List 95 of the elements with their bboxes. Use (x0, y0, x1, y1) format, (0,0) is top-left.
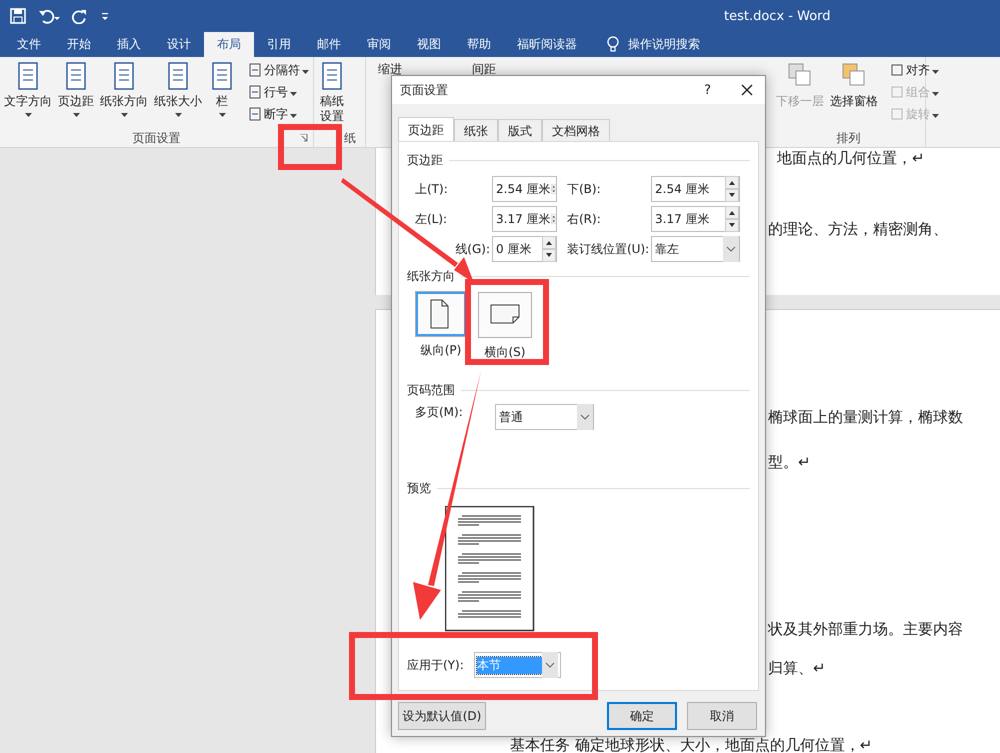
help-button[interactable]: ? (704, 82, 711, 98)
ribbon-button[interactable]: 断字 (248, 105, 309, 123)
caret-icon (290, 92, 297, 96)
field-label: 右(R): (567, 210, 602, 228)
caret-icon (218, 113, 226, 117)
cancel-button[interactable]: 取消 (687, 702, 757, 730)
section-heading: 预览 (407, 480, 431, 496)
section-heading: 页边距 (407, 152, 443, 168)
save-icon (10, 8, 26, 24)
spin-field[interactable]: 3.17 厘米 (492, 206, 557, 232)
orientation-button[interactable] (478, 292, 532, 338)
document-text: 型。↵ (768, 452, 811, 472)
dialog-tab[interactable]: 文档网格 (542, 119, 610, 141)
ribbon-tab[interactable]: 布局 (204, 32, 254, 57)
ribbon-tab[interactable]: 设计 (154, 32, 204, 57)
field-label: 多页(M): (415, 404, 463, 421)
close-icon (741, 84, 753, 96)
spinner-arrows-icon (725, 176, 739, 202)
ribbon-tab[interactable]: 审阅 (354, 32, 404, 57)
field-label: 应用于(Y): (407, 656, 464, 674)
ribbon-button[interactable]: 文字方向 (2, 61, 54, 129)
spacing-label: 间距 (472, 61, 496, 77)
ribbon-button[interactable]: 选择窗格 (828, 61, 880, 129)
ribbon-button[interactable]: 分隔符 (248, 61, 309, 79)
document-text: 的理论、方法，精密测角、 (768, 219, 948, 239)
lightbulb-icon (606, 36, 620, 54)
ribbon-tab[interactable]: 邮件 (304, 32, 354, 57)
dialog-tab[interactable]: 页边距 (398, 117, 454, 141)
ribbon-button[interactable]: 纸张方向 (98, 61, 150, 129)
spin-field[interactable]: 3.17 厘米 (651, 206, 740, 232)
ribbon-button[interactable]: 行号 (248, 83, 309, 101)
ribbon-tab[interactable]: 插入 (104, 32, 154, 57)
ribbon-tab[interactable]: 福昕阅读器 (504, 32, 590, 57)
spin-field[interactable]: 2.54 厘米 (492, 176, 557, 202)
ribbon-button[interactable]: 对齐 (890, 61, 939, 79)
spinner-arrows-icon (542, 236, 556, 262)
ribbon-button[interactable]: 纸张大小 (152, 61, 204, 129)
ribbon-button[interactable]: 栏 (206, 61, 238, 129)
spin-field[interactable]: 0 厘米 (492, 236, 557, 262)
spinner-arrows-icon (725, 206, 739, 232)
document-text: 基本任务 确定地球形状、大小，地面点的几何位置，↵ (510, 737, 872, 753)
chevron-down-icon (723, 236, 739, 262)
ribbon-tab[interactable]: 开始 (54, 32, 104, 57)
section-heading: 页码范围 (407, 382, 455, 398)
caret-icon (290, 114, 297, 118)
indent-label: 缩进 (378, 61, 402, 77)
field-label: 下(B): (567, 180, 602, 198)
ribbon-tab[interactable]: 视图 (404, 32, 454, 57)
ribbon-button[interactable]: 稿纸设置 (316, 61, 348, 129)
field-label: 上(T): (415, 180, 449, 198)
redo-icon (72, 8, 88, 24)
tell-me-search[interactable]: 操作说明搜索 (628, 36, 700, 53)
ribbon-button[interactable]: 页边距 (56, 61, 96, 129)
group-label: 纸 (344, 130, 356, 146)
ribbon-tab[interactable]: 文件 (4, 32, 54, 57)
dropdown-field[interactable]: 靠左 (651, 236, 740, 262)
document-text: 地面点的几何位置，↵ (777, 148, 925, 168)
set-default-button[interactable]: 设为默认值(D) (398, 702, 486, 730)
field-label: 线(G): (455, 240, 491, 258)
orientation-label: 纵向(P) (420, 342, 462, 359)
caret-icon (174, 113, 182, 117)
caret-icon (932, 92, 939, 96)
caret-icon (932, 70, 939, 74)
undo-icon (38, 8, 60, 24)
document-text: 状及其外部重力场。主要内容 (768, 619, 963, 639)
caret-icon (120, 113, 128, 117)
caret-icon (72, 113, 80, 117)
section-heading: 纸张方向 (407, 268, 455, 284)
spin-field[interactable]: 2.54 厘米 (651, 176, 740, 202)
dialog-tab[interactable]: 版式 (498, 119, 542, 141)
chevron-down-icon (542, 652, 558, 678)
page-icon (248, 107, 262, 121)
dialog-tab[interactable]: 纸张 (454, 119, 498, 141)
field-label: 装订线位置(U): (567, 240, 650, 258)
group-label: 页面设置 (132, 130, 180, 146)
caret-icon (24, 113, 32, 117)
ribbon-tab[interactable]: 帮助 (454, 32, 504, 57)
window-title: test.docx - Word (724, 8, 831, 24)
field-label: 左(L): (415, 210, 448, 228)
orientation-label: 横向(S) (484, 344, 526, 361)
chevron-down-icon (576, 404, 593, 430)
caret-icon (932, 114, 939, 118)
ribbon-tab[interactable]: 引用 (254, 32, 304, 57)
caret-icon (302, 70, 309, 74)
group-label: 排列 (836, 130, 860, 146)
dialog-title: 页面设置 (400, 82, 449, 98)
ok-button[interactable]: 确定 (607, 702, 677, 730)
dialog-launcher-icon (300, 134, 308, 142)
highlight-box (278, 124, 342, 170)
dropdown-field[interactable]: 普通 (494, 404, 594, 430)
document-text: 椭球面上的量测计算，椭球数 (768, 407, 963, 427)
page-icon (248, 85, 262, 99)
document-text: 归算、↵ (768, 658, 826, 678)
orientation-button[interactable] (416, 292, 466, 336)
page-icon (248, 63, 262, 77)
